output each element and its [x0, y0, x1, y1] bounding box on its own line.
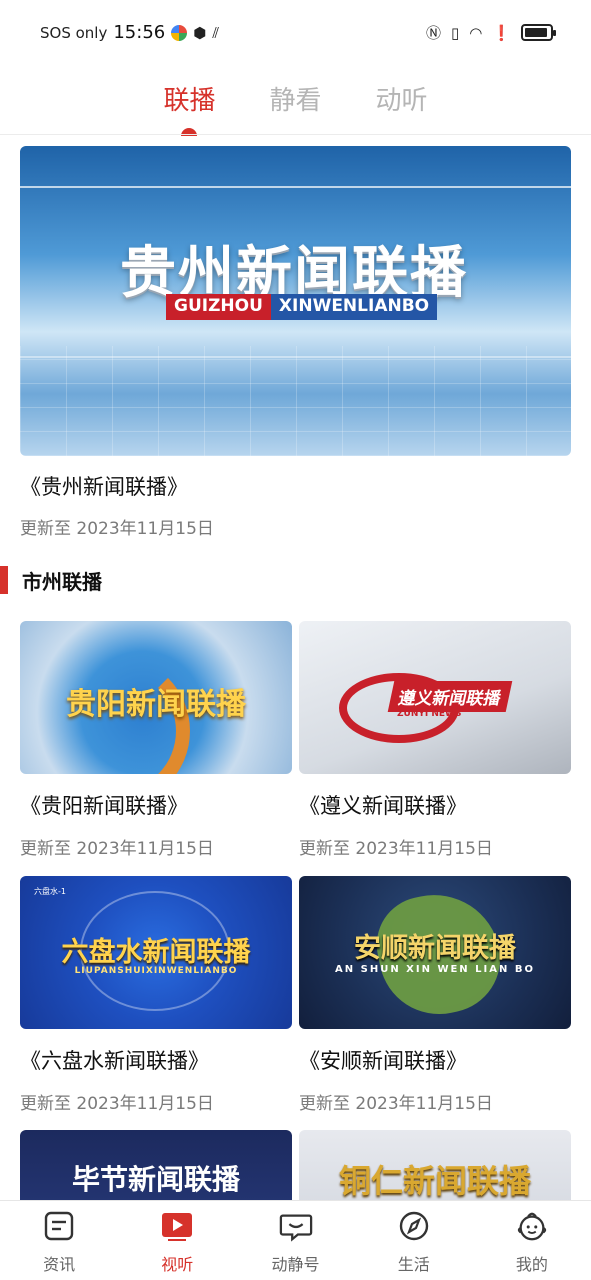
program-update-date: 更新至 2023年11月15日 — [20, 1094, 214, 1114]
program-thumbnail[interactable]: 安顺新闻联播 AN SHUN XIN WEN LIAN BO — [299, 876, 571, 1029]
program-card-tongren[interactable]: 铜仁新闻联播 — [299, 1130, 571, 1200]
program-title[interactable]: 《六盘水新闻联播》 — [20, 1045, 292, 1075]
nav-item-news[interactable]: 资讯 — [0, 1201, 118, 1280]
tab-label: 静看 — [269, 86, 322, 116]
wifi-icon: ◠ — [469, 23, 483, 42]
section-header: 市州联播 — [0, 565, 102, 595]
link-icon: ⫽ — [212, 23, 220, 42]
news-icon — [42, 1209, 76, 1243]
carrier-text: SOS only — [40, 23, 108, 42]
content-feed[interactable]: 贵州新闻联播 GUIZHOU XINWENLIANBO 《贵州新闻联播》 更新至… — [0, 135, 591, 1200]
chat-smile-icon — [279, 1209, 313, 1243]
program-thumbnail[interactable]: 遵义新闻联播 ZUNYI NEWS — [299, 621, 571, 774]
nav-item-dongjinghao[interactable]: 动静号 — [236, 1201, 354, 1280]
program-thumbnail[interactable]: 铜仁新闻联播 — [299, 1130, 571, 1200]
program-title[interactable]: 《遵义新闻联播》 — [299, 790, 571, 820]
status-right: Ⓝ ▯ ◠ ❗ — [425, 22, 556, 43]
clock-time: 15:56 — [113, 22, 166, 43]
status-left: SOS only 15:56 ⬢ ⫽ — [40, 22, 219, 43]
program-card-zunyi[interactable]: 遵义新闻联播 ZUNYI NEWS 《遵义新闻联播》 更新至 2023年11月1… — [299, 621, 571, 859]
program-card-liupanshui[interactable]: 六盘水-1 六盘水新闻联播 LIUPANSHUIXINWENLIANBO 《六盘… — [20, 876, 292, 1114]
section-title: 市州联播 — [22, 569, 102, 594]
tab-jingkan[interactable]: 静看 — [269, 72, 321, 134]
vibrate-icon: ▯ — [450, 23, 460, 42]
battery-icon — [521, 24, 556, 41]
hero-update-date: 更新至 2023年11月15日 — [20, 519, 214, 539]
section-accent-bar — [0, 566, 8, 594]
tab-label: 动听 — [375, 86, 428, 116]
top-tabs: 联播 静看 动听 — [0, 72, 591, 136]
program-title[interactable]: 《安顺新闻联播》 — [299, 1045, 571, 1075]
nav-label: 我的 — [515, 1255, 548, 1274]
program-thumbnail[interactable]: 毕节新闻联播 — [20, 1130, 292, 1200]
nav-item-profile[interactable]: 我的 — [473, 1201, 591, 1280]
android-icon: ⬢ — [193, 23, 207, 42]
nav-label: 资讯 — [43, 1255, 76, 1274]
program-update-date: 更新至 2023年11月15日 — [299, 839, 493, 859]
hero-logo-subtitle: GUIZHOU XINWENLIANBO — [166, 294, 438, 320]
nfc-icon: Ⓝ — [425, 24, 441, 42]
program-card-guiyang[interactable]: 贵阳新闻联播 《贵阳新闻联播》 更新至 2023年11月15日 — [20, 621, 292, 859]
nav-label: 动静号 — [271, 1255, 320, 1274]
nav-item-video[interactable]: 视听 — [118, 1201, 236, 1280]
status-bar: SOS only 15:56 ⬢ ⫽ Ⓝ ▯ ◠ ❗ — [0, 0, 591, 66]
compass-icon — [397, 1209, 431, 1243]
app-notification-icon — [171, 24, 188, 41]
tab-lianbo[interactable]: 联播 — [163, 72, 216, 136]
tab-label: 联播 — [163, 86, 216, 116]
nav-label: 视听 — [161, 1255, 194, 1274]
program-card-anshun[interactable]: 安顺新闻联播 AN SHUN XIN WEN LIAN BO 《安顺新闻联播》 … — [299, 876, 571, 1114]
alert-icon: ❗ — [492, 23, 511, 42]
program-card-bijie[interactable]: 毕节新闻联播 — [20, 1130, 292, 1200]
program-thumbnail[interactable]: 六盘水-1 六盘水新闻联播 LIUPANSHUIXINWENLIANBO — [20, 876, 292, 1029]
profile-avatar-icon — [515, 1209, 549, 1243]
bottom-nav: 资讯 视听 动静号 生活 我的 — [0, 1200, 591, 1280]
video-play-icon — [160, 1209, 194, 1243]
hero-thumbnail[interactable]: 贵州新闻联播 GUIZHOU XINWENLIANBO — [20, 146, 571, 456]
program-thumbnail[interactable]: 贵阳新闻联播 — [20, 621, 292, 774]
program-update-date: 更新至 2023年11月15日 — [299, 1094, 493, 1114]
tab-dongting[interactable]: 动听 — [376, 72, 428, 134]
program-title[interactable]: 《贵阳新闻联播》 — [20, 790, 292, 820]
hero-title[interactable]: 《贵州新闻联播》 — [20, 471, 188, 501]
nav-label: 生活 — [397, 1255, 430, 1274]
nav-item-life[interactable]: 生活 — [355, 1201, 473, 1280]
program-update-date: 更新至 2023年11月15日 — [20, 839, 214, 859]
